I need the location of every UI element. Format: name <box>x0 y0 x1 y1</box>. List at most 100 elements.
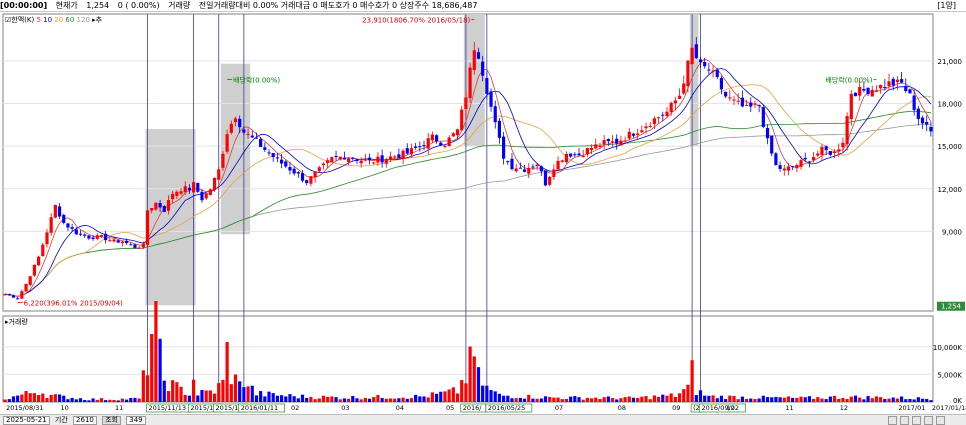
volume-bar <box>782 397 786 402</box>
candle-body <box>665 111 669 116</box>
volume-bar <box>455 393 460 402</box>
volume-bar <box>24 391 28 402</box>
candle-body <box>786 166 791 171</box>
candle-body <box>49 217 53 233</box>
volume-bar <box>912 399 916 402</box>
candle-body <box>162 206 166 212</box>
change-value: 0 ( 0.00%) <box>117 1 160 10</box>
volume-bar <box>824 399 828 402</box>
candle-body <box>535 164 539 167</box>
candle-body <box>267 152 271 154</box>
volume-bar <box>925 398 929 402</box>
volume-bar <box>510 398 514 402</box>
volume-bar <box>493 391 497 402</box>
price-tick-label: 12,000 <box>938 186 963 194</box>
volume-bar <box>45 397 49 402</box>
candle-body <box>141 243 145 248</box>
volume-bar <box>736 399 740 402</box>
volume-bar <box>916 397 920 402</box>
volume-bar <box>753 399 757 402</box>
candle-body <box>384 158 388 164</box>
candle-body <box>770 135 774 154</box>
volume-bar <box>250 385 254 402</box>
volume-bar <box>862 399 866 402</box>
x-axis-label: 08 <box>618 404 626 412</box>
legend-item: 120 <box>74 16 90 24</box>
candle-body <box>640 130 644 133</box>
time-label: [00:00:00] <box>0 1 48 10</box>
volume-tick-label: 5,000K <box>937 371 962 379</box>
candle-body <box>405 148 409 154</box>
candle-body <box>20 291 24 299</box>
volume-bar <box>778 397 782 402</box>
candle-body <box>309 176 313 184</box>
volume-bar <box>661 394 665 402</box>
volume-bar <box>192 379 196 402</box>
volume-bar <box>920 398 925 402</box>
volume-bar <box>129 398 133 402</box>
volume-legend: ▸거래량 <box>5 317 28 326</box>
volume-bar <box>397 398 401 402</box>
candle-body <box>296 172 300 174</box>
legend-item: ▸추 <box>90 16 103 24</box>
candle-body <box>124 240 129 244</box>
bottom-toolbar: 2025-05-21 기간 2610 조회 349 <box>0 414 966 425</box>
volume-bar <box>393 398 397 402</box>
candle-body <box>409 148 414 155</box>
volume-bar <box>83 399 87 402</box>
volume-bar <box>271 393 275 402</box>
volume-bar <box>770 397 774 402</box>
candle-body <box>485 77 489 94</box>
stock-chart[interactable]: 21,000 18,000 15,000 12,000 9,000 10,000K 5,00… <box>0 12 966 413</box>
volume-bar <box>665 395 669 402</box>
volume-bar <box>275 395 279 402</box>
candle-body <box>589 147 594 151</box>
volume-bar <box>141 370 145 402</box>
candle-body <box>133 244 137 248</box>
volume-bar <box>707 395 711 402</box>
candle-body <box>367 157 372 161</box>
volume-bar <box>552 397 556 402</box>
candle-body <box>242 129 246 133</box>
candle-body <box>615 138 619 144</box>
candle-body <box>619 140 623 146</box>
candle-body <box>175 191 179 196</box>
candle-body <box>707 69 711 71</box>
candle-body <box>899 79 904 83</box>
x-axis-label: 2017/01 <box>898 404 925 412</box>
volume-bar <box>422 396 426 402</box>
candle-body <box>598 145 602 147</box>
volume-bar <box>497 393 502 402</box>
candle-body <box>246 133 250 135</box>
candle-body <box>765 127 770 139</box>
volume-bar <box>150 333 154 402</box>
candle-body <box>573 154 577 156</box>
volume-bar <box>548 396 552 402</box>
candle-body <box>330 157 334 163</box>
candle-body <box>904 85 908 92</box>
volume-bar <box>799 396 803 402</box>
candle-body <box>564 153 569 163</box>
candle-body <box>414 146 418 148</box>
candle-body <box>728 97 732 99</box>
candle-body <box>418 146 422 148</box>
volume-bar <box>476 367 481 402</box>
page-indicator[interactable]: [1양] <box>937 0 956 11</box>
candle-body <box>493 106 497 123</box>
candle-body <box>317 167 321 172</box>
candle-body <box>397 154 401 159</box>
candle-body <box>841 142 845 148</box>
volume-bar <box>472 356 476 402</box>
volume-bar <box>124 399 129 402</box>
candle-body <box>874 90 879 92</box>
candle-body <box>351 157 355 160</box>
candle-body <box>527 167 531 174</box>
volume-bar <box>657 396 661 402</box>
volume-bar <box>296 398 300 402</box>
volume-bar <box>447 389 451 402</box>
candle-body <box>879 84 883 89</box>
candle-body <box>556 160 560 170</box>
volume-bar <box>70 397 74 402</box>
volume-bar <box>828 396 832 402</box>
candle-body <box>845 116 849 145</box>
